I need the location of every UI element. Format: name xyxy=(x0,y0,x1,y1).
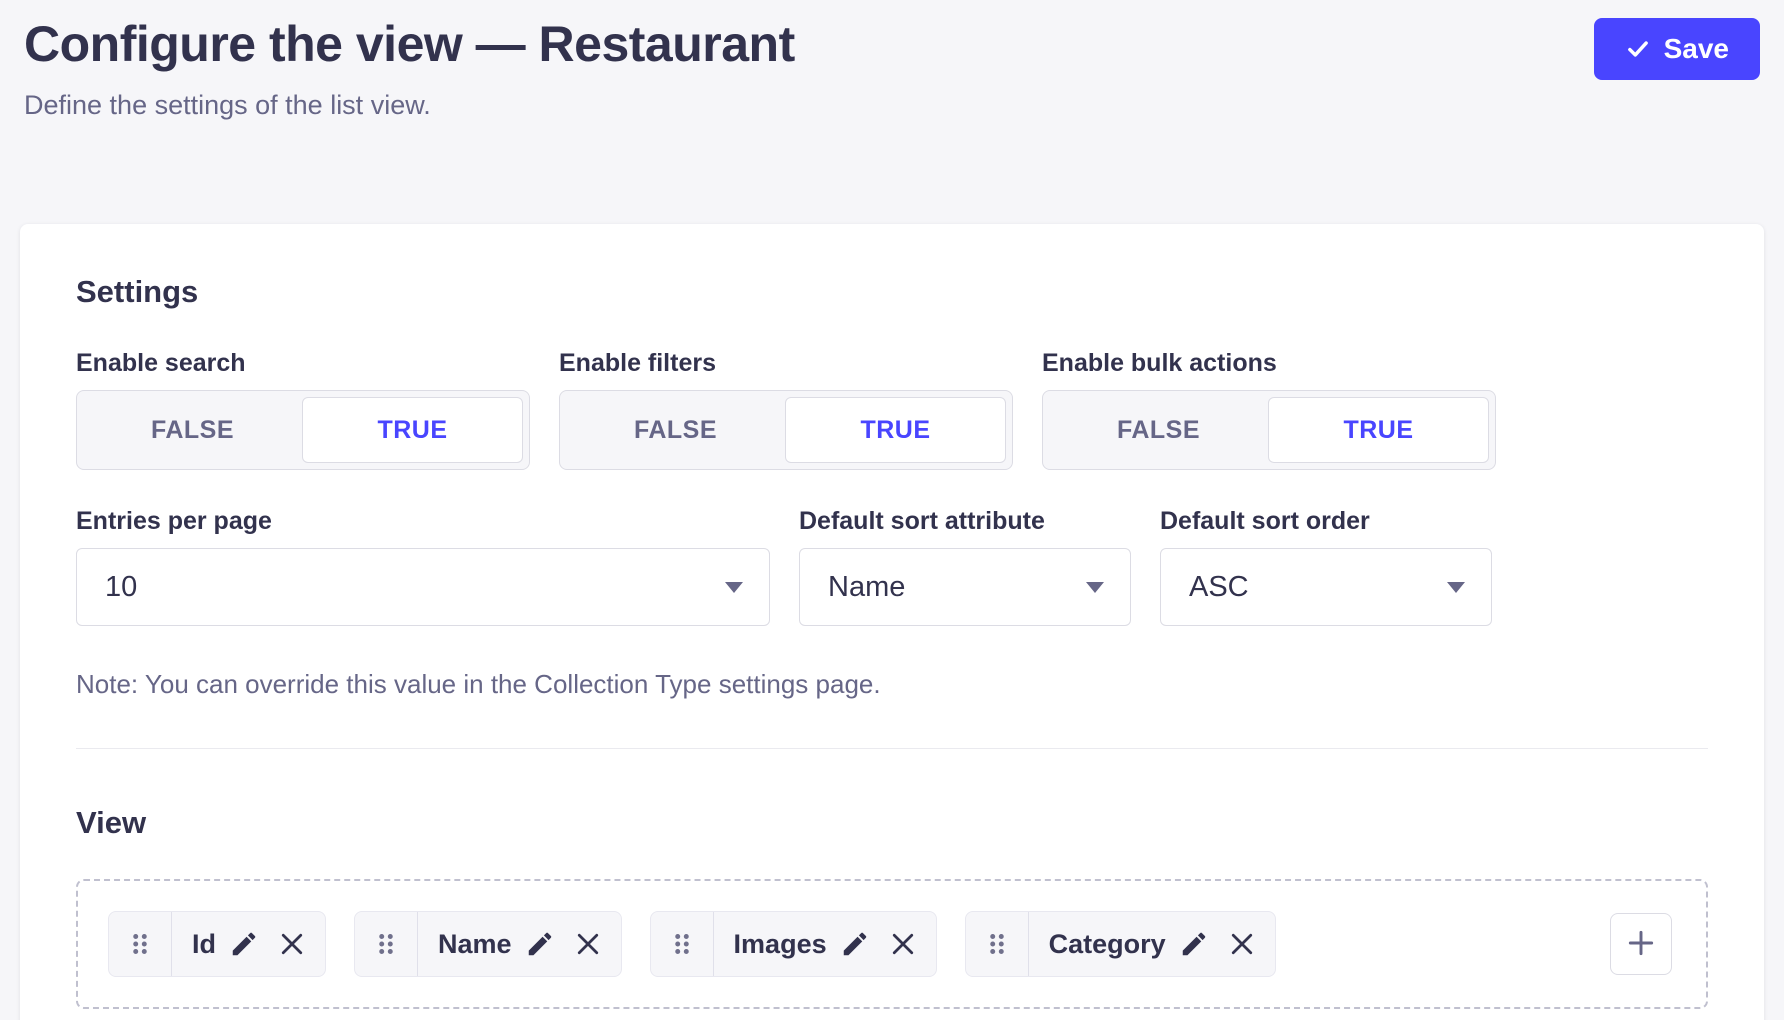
enable-search-toggle: FALSE TRUE xyxy=(76,390,530,470)
field-chip-name: Name xyxy=(354,911,622,977)
plus-icon xyxy=(1625,927,1657,962)
chevron-down-icon xyxy=(1447,582,1465,593)
enable-bulk-actions-true-option[interactable]: TRUE xyxy=(1268,397,1489,463)
field-label: Default sort order xyxy=(1160,506,1492,536)
default-sort-attribute-value: Name xyxy=(828,571,905,604)
default-sort-order-select[interactable]: ASC xyxy=(1160,548,1492,626)
field-default-sort-attribute: Default sort attribute Name xyxy=(799,506,1131,626)
drag-handle-icon[interactable] xyxy=(966,912,1029,976)
drag-handle-icon[interactable] xyxy=(651,912,714,976)
enable-bulk-actions-false-option[interactable]: FALSE xyxy=(1049,397,1268,463)
field-label: Enable filters xyxy=(559,348,1013,378)
drag-handle-icon[interactable] xyxy=(355,912,418,976)
enable-search-true-option[interactable]: TRUE xyxy=(302,397,523,463)
enable-search-false-option[interactable]: FALSE xyxy=(83,397,302,463)
default-sort-attribute-select[interactable]: Name xyxy=(799,548,1131,626)
field-label: Entries per page xyxy=(76,506,770,536)
view-fields-dropzone: Id Name xyxy=(76,879,1708,1009)
view-heading: View xyxy=(76,805,1708,841)
chevron-down-icon xyxy=(725,582,743,593)
enable-filters-true-option[interactable]: TRUE xyxy=(785,397,1006,463)
add-field-button[interactable] xyxy=(1610,913,1672,975)
field-label: Enable search xyxy=(76,348,530,378)
save-button[interactable]: Save xyxy=(1594,18,1760,80)
field-default-sort-order: Default sort order ASC xyxy=(1160,506,1492,626)
drag-handle-icon[interactable] xyxy=(109,912,172,976)
field-enable-bulk-actions: Enable bulk actions FALSE TRUE xyxy=(1042,348,1496,470)
entries-per-page-value: 10 xyxy=(105,571,137,604)
page-title: Configure the view — Restaurant xyxy=(24,16,795,74)
toggles-row: Enable search FALSE TRUE Enable filters … xyxy=(76,348,1708,470)
remove-x-icon[interactable] xyxy=(268,929,325,959)
field-chip-images: Images xyxy=(650,911,937,977)
field-chip-id: Id xyxy=(108,911,326,977)
remove-x-icon[interactable] xyxy=(879,929,936,959)
entries-per-page-note: Note: You can override this value in the… xyxy=(76,669,1492,700)
remove-x-icon[interactable] xyxy=(564,929,621,959)
field-chip-label: Name xyxy=(418,929,516,960)
field-label: Default sort attribute xyxy=(799,506,1131,536)
page-subtitle: Define the settings of the list view. xyxy=(24,90,1760,121)
field-entries-per-page: Entries per page 10 xyxy=(76,506,770,626)
default-sort-order-value: ASC xyxy=(1189,571,1249,604)
save-button-label: Save xyxy=(1664,33,1729,65)
settings-card: Settings Enable search FALSE TRUE Enable… xyxy=(20,224,1764,1020)
edit-pencil-icon[interactable] xyxy=(220,929,268,959)
edit-pencil-icon[interactable] xyxy=(516,929,564,959)
selects-row: Entries per page 10 Default sort attribu… xyxy=(76,506,1708,700)
field-chip-label: Images xyxy=(714,929,831,960)
entries-per-page-select[interactable]: 10 xyxy=(76,548,770,626)
page-header: Configure the view — Restaurant Save Def… xyxy=(0,0,1784,121)
field-chip-category: Category xyxy=(965,911,1276,977)
remove-x-icon[interactable] xyxy=(1218,929,1275,959)
edit-pencil-icon[interactable] xyxy=(831,929,879,959)
enable-filters-toggle: FALSE TRUE xyxy=(559,390,1013,470)
field-enable-search: Enable search FALSE TRUE xyxy=(76,348,530,470)
field-label: Enable bulk actions xyxy=(1042,348,1496,378)
edit-pencil-icon[interactable] xyxy=(1170,929,1218,959)
check-icon xyxy=(1625,36,1651,62)
chevron-down-icon xyxy=(1086,582,1104,593)
field-chip-label: Category xyxy=(1029,929,1170,960)
settings-heading: Settings xyxy=(76,274,1708,310)
enable-bulk-actions-toggle: FALSE TRUE xyxy=(1042,390,1496,470)
section-divider xyxy=(76,748,1708,749)
field-chip-label: Id xyxy=(172,929,220,960)
enable-filters-false-option[interactable]: FALSE xyxy=(566,397,785,463)
field-enable-filters: Enable filters FALSE TRUE xyxy=(559,348,1013,470)
